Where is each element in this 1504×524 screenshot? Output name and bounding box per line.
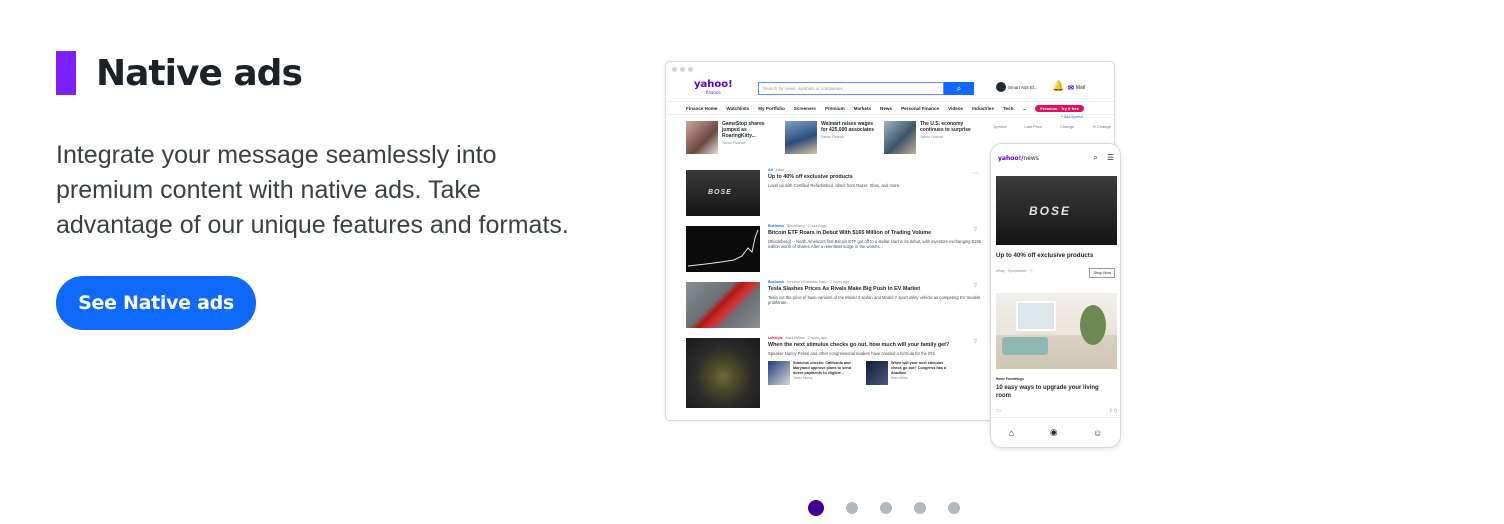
profile-icon: ☺ — [1093, 427, 1103, 438]
mock-mail: ✉ Mail — [1068, 85, 1086, 92]
carousel-dot-2[interactable] — [846, 502, 858, 514]
article-category: Home Furnishings — [996, 377, 1024, 381]
search-icon: ⌕ — [944, 82, 974, 95]
living-room-image — [996, 293, 1117, 369]
avatar — [996, 82, 1006, 92]
section-title: Native ads — [96, 52, 303, 94]
quote-table-header: Symbol Last Price Change% Change — [993, 124, 1111, 129]
video-icon: ▭ — [996, 408, 1001, 414]
shop-now-button: Shop Now — [1089, 268, 1115, 278]
bose-ad-image: BOSE — [686, 170, 760, 216]
mobile-ad-headline: Up to 40% off exclusive products — [996, 252, 1094, 259]
carousel-dot-1[interactable] — [808, 500, 824, 516]
bose-ad-image: BOSE — [996, 176, 1117, 245]
more-icon: ⋯ — [972, 171, 978, 177]
title-row: Native ads — [56, 50, 596, 96]
mobile-tab-bar: ⌂ ◉ ☺ — [991, 417, 1120, 447]
feed-item: Business Bloomberg · 2 hours ago Bitcoin … — [686, 224, 982, 280]
carousel-dot-4[interactable] — [914, 502, 926, 514]
yahoo-finance-logo: yahoo! finance — [694, 79, 733, 96]
add-symbol-link: + Add Symbol — [1061, 115, 1083, 119]
story-thumbnail — [686, 121, 718, 154]
feed-item: Business Investor's Business Daily · 2 ho… — [686, 280, 982, 336]
accent-bar — [56, 51, 76, 95]
mail-icon: ✉ — [1068, 85, 1074, 92]
mock-account: Smart Ads El... — [996, 82, 1038, 92]
premium-pill: Premium · Try it free — [1035, 104, 1084, 112]
mock-finance-nav: Finance Home Watchlists My Portfolio Screen… — [666, 101, 1114, 115]
home-icon: ⌂ — [1008, 427, 1015, 438]
top-stories: GameStop shares jumped as RoaringKitty..… — [686, 121, 977, 154]
native-ads-section: Native ads Integrate your message seamle… — [56, 50, 596, 243]
carousel-pagination — [808, 500, 960, 516]
window-controls — [672, 67, 693, 72]
carousel-dot-3[interactable] — [880, 502, 892, 514]
search-icon: ⌕ — [1093, 153, 1098, 162]
bitcoin-chart-image — [686, 226, 760, 272]
feed-item: Lifestyle MarketWise · 2 hours ago When t… — [686, 336, 982, 416]
related-stories: Stimulus checks: California and Maryland… — [768, 361, 954, 385]
menu-icon: ☰ — [1106, 153, 1114, 162]
story-card: Walmart raises wages for 425,000 associa… — [785, 121, 878, 154]
pelosi-image — [686, 338, 760, 408]
related-story: When will your next stimulus check go ou… — [866, 361, 954, 385]
yahoo-news-logo: yahoo!/news — [998, 155, 1039, 162]
share-icon: ⇪ — [972, 283, 978, 289]
related-story: Stimulus checks: California and Maryland… — [768, 361, 856, 385]
share-icon: ⇪ — [1108, 408, 1113, 414]
share-icon: ⇪ — [972, 339, 978, 345]
share-icon: ⇪ — [972, 227, 978, 233]
bell-icon: 🔔 — [1052, 81, 1065, 92]
story-thumbnail — [884, 121, 916, 154]
bookmark-icon: ▯ — [1114, 408, 1117, 414]
see-native-ads-button[interactable]: See Native ads — [56, 276, 256, 330]
feed-ad-item: BOSE Ad eBay Up to 40% off exclusive prod… — [686, 168, 982, 224]
carousel-dot-5[interactable] — [948, 502, 960, 514]
news-feed: BOSE Ad eBay Up to 40% off exclusive prod… — [686, 168, 982, 416]
tesla-image — [686, 282, 760, 328]
sponsor-label: eBay · Sponsored · ⓘ — [996, 269, 1034, 273]
story-card: GameStop shares jumped as RoaringKitty..… — [686, 121, 779, 154]
story-card: The U.S. economy continues to surprise Ya… — [884, 121, 977, 154]
mock-search-input: Search for news, symbols or companies — [758, 82, 944, 95]
section-description: Integrate your message seamlessly into p… — [56, 141, 569, 239]
mobile-mockup: yahoo!/news ⌕ ☰ BOSE Up to 40% off exclus… — [990, 143, 1121, 448]
story-thumbnail — [785, 121, 817, 154]
mobile-article-headline: 10 easy ways to upgrade your living room — [996, 385, 1099, 399]
explore-icon: ◉ — [1049, 427, 1058, 437]
